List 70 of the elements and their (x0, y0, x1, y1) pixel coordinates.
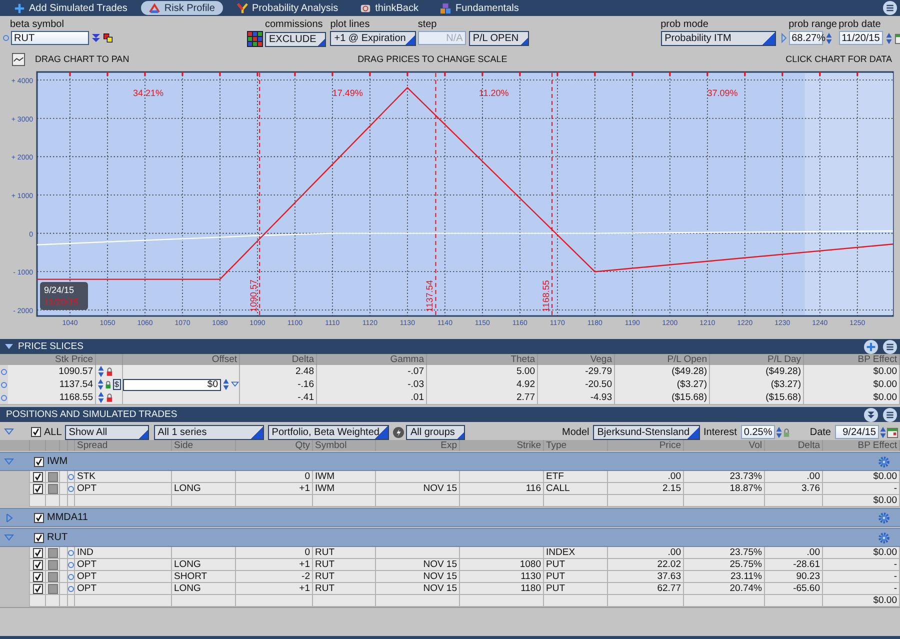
legend-label: 9/24/15 (44, 285, 74, 295)
probability-label: 11.20% (478, 88, 509, 98)
interest-field[interactable]: 0.25% (740, 425, 775, 439)
model-dropdown[interactable]: Bjerksund-Stensland (593, 424, 700, 440)
column-header[interactable]: Side (172, 440, 236, 451)
table-cell: 1168.55 (8, 391, 96, 405)
column-header[interactable]: BP Effect (823, 440, 900, 451)
plot-lines-dropdown[interactable]: +1 @ Expiration (330, 31, 416, 46)
legend-label: 11/20/15 (44, 297, 78, 307)
column-header[interactable]: Type (544, 440, 608, 451)
field-label: beta symbol (10, 18, 65, 31)
field-label: prob range (788, 18, 837, 31)
prob-date-field[interactable]: 11/20/15 (838, 31, 883, 45)
table-cell: ($15.68) (710, 391, 804, 405)
table-cell: ($15.68) (615, 391, 710, 405)
mode-dropdown[interactable]: P/L OPEN (468, 31, 529, 46)
currency-button[interactable]: $ (112, 379, 121, 390)
table-cell: 2.77 (427, 391, 538, 405)
field-label: Date (810, 426, 831, 438)
total-cell: $0.00 (823, 595, 900, 607)
price-label: 1168.55 (540, 280, 551, 312)
probability-label: 17.49% (332, 88, 363, 98)
prob-mode-dropdown[interactable]: Probability ITM (660, 31, 776, 46)
groups-dropdown[interactable]: All groups (406, 424, 466, 440)
field-label: commissions (265, 18, 324, 31)
table-cell: $0.00 (804, 391, 900, 405)
group-name: RUT (47, 532, 68, 543)
column-header[interactable]: Vol (684, 440, 765, 451)
probability-label: 37.09% (707, 88, 738, 98)
offset-field[interactable]: $0 (123, 378, 221, 390)
tab[interactable]: Fundamentals (432, 1, 527, 15)
field-label: plot lines (330, 18, 371, 31)
column-header[interactable]: Delta (765, 440, 823, 451)
section-title: PRICE SLICES (18, 341, 84, 352)
prob-range-field[interactable]: 68.27% (788, 31, 823, 45)
hint-text: DRAG PRICES TO CHANGE SCALE (358, 54, 508, 64)
date-field[interactable]: 9/24/15 (835, 425, 879, 439)
probability-label: 34.21% (133, 88, 164, 98)
table-cell: .01 (317, 391, 427, 405)
column-header[interactable]: Exp (376, 440, 460, 451)
tab[interactable]: thinkBack (352, 1, 426, 15)
weighting-dropdown[interactable]: Portfolio, Beta Weighted (268, 424, 390, 440)
tab[interactable]: Risk Profile (141, 1, 223, 15)
column-header[interactable]: Symbol (313, 440, 376, 451)
field-label: Model (562, 426, 590, 438)
checkbox-label: ALL (44, 426, 62, 438)
section-title: POSITIONS AND SIMULATED TRADES (6, 409, 178, 420)
price-label: 1090.57 (248, 279, 259, 312)
table-cell: -4.93 (538, 391, 615, 405)
tab[interactable]: Probability Analysis (228, 1, 346, 15)
column-header[interactable]: Price (608, 440, 684, 451)
price-label: 1137.54 (424, 280, 435, 312)
symbol-field[interactable]: RUT (11, 31, 89, 45)
hint-text: DRAG CHART TO PAN (35, 54, 130, 64)
column-header[interactable]: Spread (75, 440, 172, 451)
commissions-dropdown[interactable]: EXCLUDE (265, 32, 326, 46)
group-name: MMDA11 (47, 512, 88, 523)
total-cell: $0.00 (823, 495, 900, 507)
tab[interactable]: Add Simulated Trades (6, 1, 136, 15)
group-name: IWM (47, 456, 68, 467)
field-label: step (418, 18, 438, 31)
series-dropdown[interactable]: All 1 series (154, 424, 264, 440)
table-cell: -.41 (240, 391, 317, 405)
field-label: prob date (838, 18, 882, 31)
field-label: prob mode (660, 18, 710, 31)
field-label: Interest (704, 426, 737, 438)
hint-text: CLICK CHART FOR DATA (786, 54, 892, 64)
show-dropdown[interactable]: Show All (64, 424, 149, 440)
column-header[interactable]: Strike (460, 440, 544, 451)
column-header[interactable]: Qty (236, 440, 313, 451)
